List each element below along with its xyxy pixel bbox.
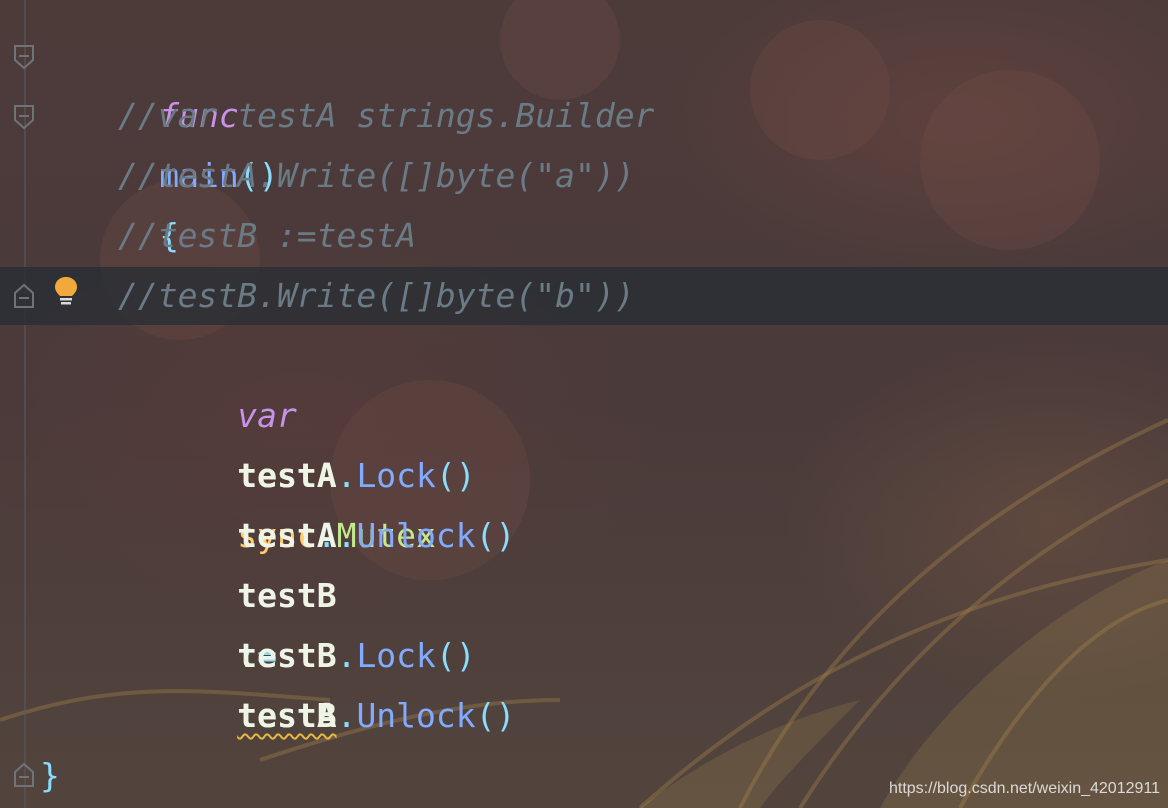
code-line[interactable]: var testA sync.Mutex xyxy=(0,326,436,555)
watermark: https://blog.csdn.net/weixin_42012911 xyxy=(888,780,1160,797)
code-line[interactable]: } xyxy=(0,746,79,806)
dot: . xyxy=(336,516,357,555)
comment: //testB :=testA xyxy=(118,216,417,255)
code-line[interactable]: testA.Lock() xyxy=(0,386,475,495)
dot: . xyxy=(336,696,357,735)
comment: //var testA strings.Builder xyxy=(118,96,655,135)
code-line[interactable]: testB.Lock() xyxy=(0,566,475,675)
close-brace: } xyxy=(40,756,60,795)
method-name: Unlock xyxy=(356,696,476,735)
parens: () xyxy=(475,516,516,555)
comment: //testA.Write([]byte("a")) xyxy=(118,156,635,195)
comment: //testB.Write([]byte("b")) xyxy=(118,276,635,315)
method-name: Unlock xyxy=(356,516,476,555)
code-line[interactable]: //testA.Write([]byte("a")) xyxy=(0,146,635,206)
code-line-current[interactable]: //testB.Write([]byte("b")) xyxy=(0,266,635,326)
code-line[interactable]: testB.Unlock() xyxy=(0,626,515,735)
code-line[interactable]: //testB :=testA xyxy=(0,206,416,266)
code-line[interactable]: testB := testA xyxy=(0,506,336,735)
code-editor[interactable]: func main() { //var testA strings.Builde… xyxy=(0,0,1168,808)
code-line[interactable]: //var testA strings.Builder xyxy=(0,86,654,146)
parens: () xyxy=(475,696,516,735)
identifier: testB xyxy=(237,696,337,735)
code-line[interactable]: testA.Unlock() xyxy=(0,446,515,555)
code-line[interactable]: func main() { xyxy=(0,26,278,255)
